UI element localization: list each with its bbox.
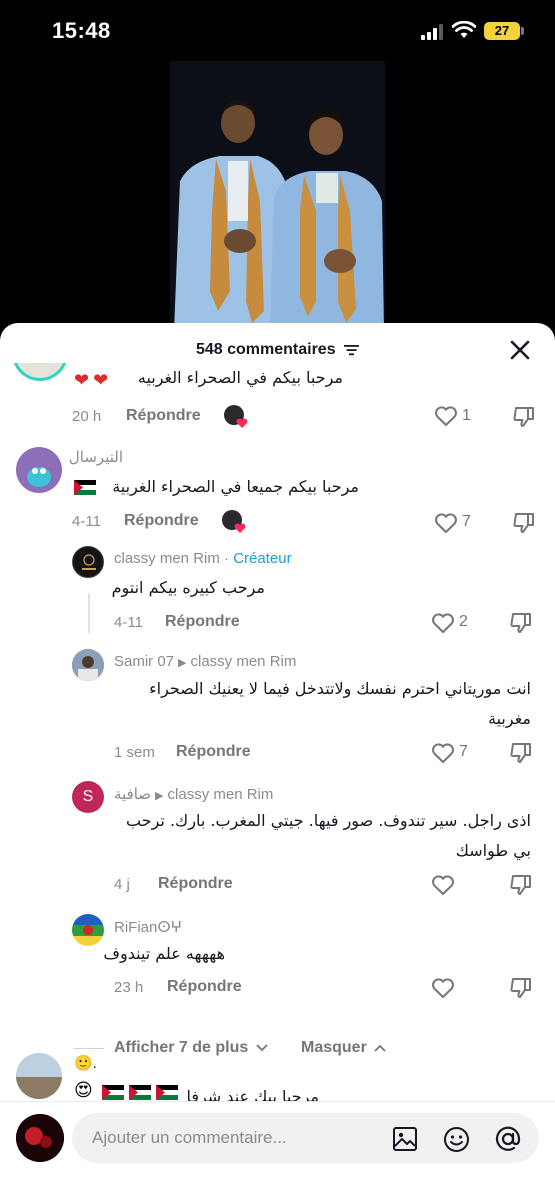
comment-username[interactable]: Samir 07 ▶ classy men Rim: [114, 653, 296, 670]
comment-text: مرحب كبيره بيكم انتوم: [111, 578, 265, 597]
reply-item: classy men Rim · Créateur مرحب كبيره بيك…: [0, 545, 555, 645]
dislike-icon[interactable]: [512, 405, 536, 429]
user-avatar[interactable]: [16, 1114, 64, 1162]
comment-time: 4-11: [72, 513, 101, 530]
dislike-icon[interactable]: [512, 511, 536, 535]
heart-outline-icon[interactable]: [431, 977, 455, 999]
comment-text: اذى راجل. سير تندوف. صور فيها. جيتي المغ…: [125, 811, 531, 860]
reply-button[interactable]: Répondre: [158, 875, 233, 893]
creator-badge: Créateur: [233, 550, 292, 567]
comments-list[interactable]: مرحبا بيكم في الصحراء الغربيه ❤ ❤ 20 h Ré…: [0, 363, 555, 1103]
like-count: 7: [459, 743, 468, 760]
heart-outline-icon[interactable]: [434, 512, 458, 534]
filter-icon[interactable]: [344, 344, 360, 356]
emoji-icon[interactable]: [443, 1126, 470, 1153]
comment-text: ههههه علم تيندوف: [103, 944, 225, 963]
comment-username[interactable]: classy men Rim · Créateur: [114, 550, 292, 567]
reply-arrow-icon: ▶: [178, 657, 187, 669]
comment-count-label: 548 commentaires: [195, 341, 336, 358]
comment-username[interactable]: صافية ▶ classy men Rim: [114, 785, 273, 803]
emoji-prefix: 😍: [74, 1080, 93, 1100]
commenter-avatar[interactable]: S: [72, 781, 104, 813]
divider: [74, 1048, 104, 1049]
video-thumbnail: [170, 61, 385, 331]
commenter-avatar[interactable]: [72, 649, 104, 681]
dislike-icon[interactable]: [509, 976, 533, 1000]
reply-button[interactable]: Répondre: [176, 743, 251, 761]
battery-indicator: 27: [484, 22, 520, 40]
creator-heart-icon: [234, 523, 246, 533]
comment-input-bar: [0, 1101, 555, 1200]
heart-outline-icon[interactable]: [431, 742, 455, 764]
comment-item: 🙂. مرحبا بيك عند شرفا 😍: [0, 1051, 555, 1103]
comment-text: انت موريتاني احترم نفسك ولاتتدخل فيما لا…: [149, 679, 531, 728]
comment-item: مرحبا بيكم في الصحراء الغربيه ❤ ❤ 20 h Ré…: [0, 363, 555, 453]
reply-item: RiFianⵙⵖ ههههه علم تيندوف 23 h Répondre: [0, 913, 555, 1013]
flag-icon: [74, 480, 96, 495]
comment-item: التيرسال مرحبا بيكم جميعا في الصحراء الغ…: [0, 443, 555, 543]
reply-item: S صافية ▶ classy men Rim اذى راجل. سير تند…: [0, 780, 555, 910]
heart-outline-icon[interactable]: [431, 874, 455, 896]
flag-icon: [156, 1085, 178, 1100]
comment-time: 23 h: [114, 979, 144, 996]
battery-cap: [521, 27, 524, 35]
dislike-icon[interactable]: [509, 741, 533, 765]
commenter-avatar[interactable]: [16, 447, 62, 493]
comment-time: 20 h: [72, 408, 102, 425]
comments-sheet: 548 commentaires مرحبا بيكم في الصحراء ا…: [0, 323, 555, 1200]
commenter-avatar[interactable]: [16, 1053, 62, 1099]
status-time: 15:48: [52, 18, 111, 43]
image-icon[interactable]: [392, 1126, 418, 1152]
creator-heart-icon: [236, 418, 248, 428]
flag-icon: [102, 1085, 124, 1100]
comment-text: مرحبا بيكم جميعا في الصحراء الغربية: [112, 477, 359, 496]
like-count: 7: [462, 513, 471, 530]
comment-username[interactable]: 🙂.: [74, 1054, 97, 1072]
comment-time: 4-11: [114, 614, 143, 631]
dislike-icon[interactable]: [509, 873, 533, 897]
heart-emojis: ❤ ❤: [74, 370, 109, 390]
close-icon[interactable]: [509, 339, 531, 361]
heart-outline-icon[interactable]: [434, 405, 458, 427]
dislike-icon[interactable]: [509, 611, 533, 635]
video-player[interactable]: [0, 60, 555, 340]
comment-count[interactable]: 548 commentaires: [0, 341, 555, 359]
heart-outline-icon[interactable]: [431, 612, 455, 634]
flag-icon: [129, 1085, 151, 1100]
reply-item: Samir 07 ▶ classy men Rim انت موريتاني احت…: [0, 648, 555, 778]
like-count: 1: [462, 407, 471, 424]
status-bar: 15:48 27: [0, 0, 555, 60]
comment-username[interactable]: RiFianⵙⵖ: [114, 918, 182, 936]
like-count: 2: [459, 613, 468, 630]
comment-username[interactable]: التيرسال: [69, 448, 123, 466]
reply-button[interactable]: Répondre: [167, 978, 242, 996]
reply-button[interactable]: Répondre: [165, 613, 240, 631]
comment-time: 4 j: [114, 876, 130, 893]
reply-button[interactable]: Répondre: [124, 512, 199, 530]
comment-time: 1 sem: [114, 744, 155, 761]
at-icon[interactable]: [494, 1125, 522, 1153]
avatar-letter: S: [82, 788, 94, 805]
wifi-icon: [452, 21, 476, 38]
reply-arrow-icon: ▶: [155, 790, 164, 802]
signal-icon: [421, 24, 443, 40]
reply-button[interactable]: Répondre: [126, 407, 201, 425]
